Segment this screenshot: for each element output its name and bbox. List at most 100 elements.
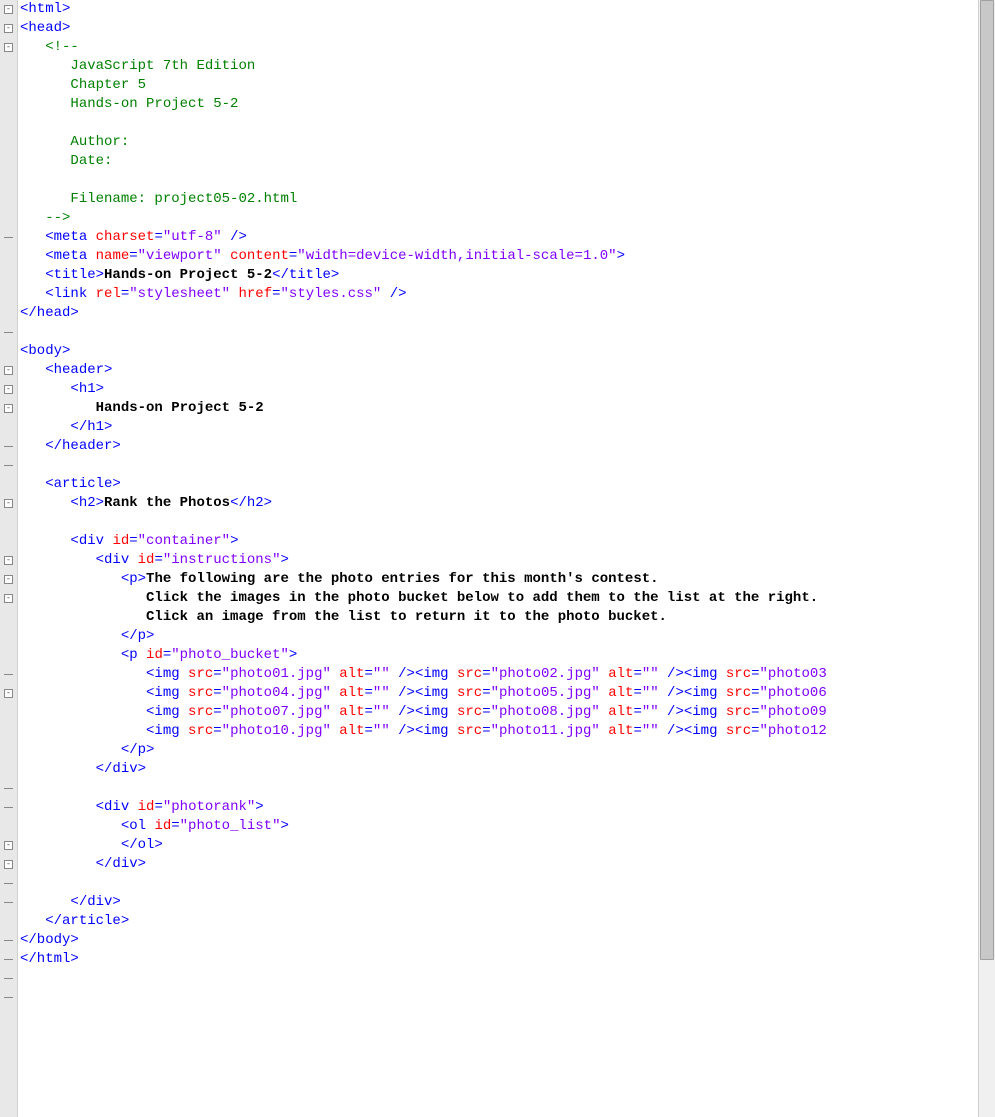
code-line[interactable] xyxy=(20,513,976,532)
token-black: Click the images in the photo bucket bel… xyxy=(146,590,818,606)
fold-toggle-icon[interactable]: - xyxy=(4,43,13,52)
fold-toggle-icon[interactable]: - xyxy=(4,385,13,394)
code-line[interactable]: Hands-on Project 5-2 xyxy=(20,95,976,114)
code-line[interactable]: </body> xyxy=(20,931,976,950)
code-line[interactable] xyxy=(20,779,976,798)
token-tag: <img xyxy=(146,704,188,720)
code-line[interactable]: </h1> xyxy=(20,418,976,437)
code-line[interactable]: <img src="photo07.jpg" alt="" /><img src… xyxy=(20,703,976,722)
code-line[interactable] xyxy=(20,114,976,133)
token-attr: src xyxy=(457,685,482,701)
token-attr: id xyxy=(138,552,155,568)
token-tag: <head> xyxy=(20,20,70,36)
code-line[interactable]: </div> xyxy=(20,760,976,779)
fold-toggle-icon[interactable]: - xyxy=(4,366,13,375)
token-str: "" xyxy=(373,685,390,701)
code-line[interactable]: <header> xyxy=(20,361,976,380)
code-line[interactable]: <div id="container"> xyxy=(20,532,976,551)
fold-toggle-icon[interactable]: - xyxy=(4,556,13,565)
token-str: "photorank" xyxy=(163,799,255,815)
token-attr: rel xyxy=(96,286,121,302)
code-line[interactable]: <img src="photo10.jpg" alt="" /><img src… xyxy=(20,722,976,741)
token-tag: <meta xyxy=(45,248,95,264)
token-tag: <ol xyxy=(121,818,155,834)
token-plain xyxy=(20,495,70,511)
token-tag: <img xyxy=(415,723,457,739)
code-line[interactable]: <h1> xyxy=(20,380,976,399)
fold-toggle-icon[interactable]: - xyxy=(4,404,13,413)
code-line[interactable]: </head> xyxy=(20,304,976,323)
code-line[interactable]: <img src="photo04.jpg" alt="" /><img src… xyxy=(20,684,976,703)
code-line[interactable]: <meta name="viewport" content="width=dev… xyxy=(20,247,976,266)
code-line[interactable]: <h2>Rank the Photos</h2> xyxy=(20,494,976,513)
code-editor-content[interactable]: <html><head> <!-- JavaScript 7th Edition… xyxy=(18,0,978,1117)
code-line[interactable]: </p> xyxy=(20,627,976,646)
token-str: "styles.css" xyxy=(281,286,382,302)
token-tag: <p xyxy=(121,647,146,663)
fold-toggle-icon[interactable]: - xyxy=(4,24,13,33)
token-str: "photo03 xyxy=(760,666,827,682)
code-line[interactable]: </div> xyxy=(20,893,976,912)
fold-toggle-icon[interactable]: - xyxy=(4,860,13,869)
code-line[interactable]: </div> xyxy=(20,855,976,874)
code-line[interactable]: <ol id="photo_list"> xyxy=(20,817,976,836)
token-attr: src xyxy=(726,704,751,720)
token-plain xyxy=(20,229,45,245)
token-tag: <img xyxy=(684,723,726,739)
code-line[interactable]: Click the images in the photo bucket bel… xyxy=(20,589,976,608)
fold-end-marker xyxy=(4,237,13,238)
code-line[interactable] xyxy=(20,323,976,342)
code-line[interactable]: Author: xyxy=(20,133,976,152)
code-line[interactable]: <div id="photorank"> xyxy=(20,798,976,817)
token-tag: = xyxy=(751,704,759,720)
code-line[interactable]: <img src="photo01.jpg" alt="" /><img src… xyxy=(20,665,976,684)
token-plain xyxy=(20,837,121,853)
code-line[interactable]: <p id="photo_bucket"> xyxy=(20,646,976,665)
token-attr: alt xyxy=(339,666,364,682)
code-line[interactable]: Filename: project05-02.html xyxy=(20,190,976,209)
fold-toggle-icon[interactable]: - xyxy=(4,575,13,584)
fold-toggle-icon[interactable]: - xyxy=(4,5,13,14)
code-line[interactable]: --> xyxy=(20,209,976,228)
code-line[interactable]: </p> xyxy=(20,741,976,760)
token-plain xyxy=(20,267,45,283)
code-line[interactable]: <title>Hands-on Project 5-2</title> xyxy=(20,266,976,285)
code-line[interactable]: <meta charset="utf-8" /> xyxy=(20,228,976,247)
code-line[interactable]: </article> xyxy=(20,912,976,931)
vertical-scrollbar[interactable] xyxy=(978,0,995,1117)
code-line[interactable]: </html> xyxy=(20,950,976,969)
code-line[interactable]: <p>The following are the photo entries f… xyxy=(20,570,976,589)
code-line[interactable]: <link rel="stylesheet" href="styles.css"… xyxy=(20,285,976,304)
fold-gutter[interactable]: - - - - - - - - - - - - - xyxy=(0,0,18,1117)
fold-toggle-icon[interactable]: - xyxy=(4,841,13,850)
code-line[interactable]: <div id="instructions"> xyxy=(20,551,976,570)
code-line[interactable]: Hands-on Project 5-2 xyxy=(20,399,976,418)
code-line[interactable]: Click an image from the list to return i… xyxy=(20,608,976,627)
fold-toggle-icon[interactable]: - xyxy=(4,689,13,698)
token-comment: Date: xyxy=(70,153,112,169)
fold-end-marker xyxy=(4,940,13,941)
code-line[interactable]: </ol> xyxy=(20,836,976,855)
code-line[interactable]: <html> xyxy=(20,0,976,19)
code-line[interactable]: Chapter 5 xyxy=(20,76,976,95)
token-tag: = xyxy=(213,723,221,739)
fold-toggle-icon[interactable]: - xyxy=(4,594,13,603)
code-line[interactable] xyxy=(20,456,976,475)
fold-toggle-icon[interactable]: - xyxy=(4,499,13,508)
code-line[interactable]: Date: xyxy=(20,152,976,171)
code-line[interactable]: </header> xyxy=(20,437,976,456)
code-line[interactable]: <article> xyxy=(20,475,976,494)
token-tag: <h2> xyxy=(70,495,104,511)
code-line[interactable]: <!-- xyxy=(20,38,976,57)
code-line[interactable] xyxy=(20,171,976,190)
code-line[interactable]: <body> xyxy=(20,342,976,361)
fold-end-marker xyxy=(4,902,13,903)
code-line[interactable]: <head> xyxy=(20,19,976,38)
token-tag: > xyxy=(280,818,288,834)
code-line[interactable] xyxy=(20,874,976,893)
scroll-thumb[interactable] xyxy=(980,0,994,960)
token-tag: = xyxy=(365,704,373,720)
token-str: "photo05.jpg" xyxy=(491,685,600,701)
token-attr: alt xyxy=(608,685,633,701)
code-line[interactable]: JavaScript 7th Edition xyxy=(20,57,976,76)
